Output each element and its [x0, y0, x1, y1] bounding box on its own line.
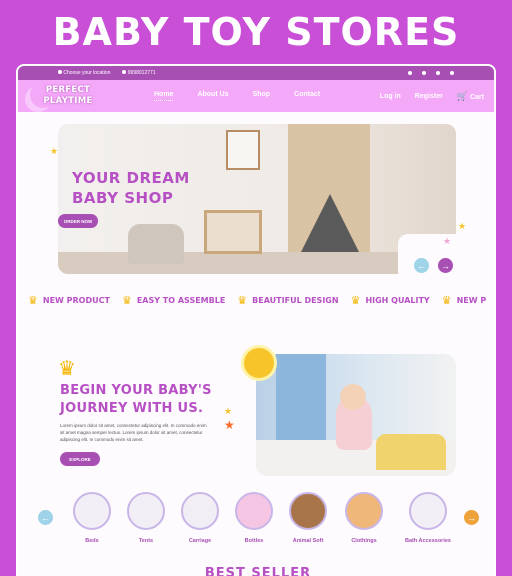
category-bottles[interactable]: Bottles — [230, 492, 278, 544]
category-prev-arrow[interactable]: ← — [38, 510, 53, 525]
category-image — [289, 492, 327, 530]
ticker-label: EASY TO ASSEMBLE — [136, 295, 226, 305]
explore-button[interactable]: EXPLORE — [60, 452, 100, 466]
register-link[interactable]: Register — [415, 93, 443, 100]
ticker-item: ♛ NEW PRODUCT — [28, 294, 110, 307]
cart-icon: 🛒 — [456, 90, 469, 101]
website-frame: Choose your location 9998012771 PERFECT … — [16, 64, 496, 576]
baby-photo — [256, 354, 456, 476]
top-info-bar: Choose your location 9998012771 — [18, 66, 494, 80]
hero-title-line2: BABY SHOP — [72, 189, 174, 207]
social-icons — [408, 71, 454, 75]
banner-title: BABY TOY STORES — [52, 10, 460, 54]
blanket — [376, 434, 446, 470]
category-label: Clothings — [351, 538, 377, 544]
category-image — [409, 492, 447, 530]
crown-icon: ♛ — [28, 293, 38, 307]
crown-icon: ♛ — [58, 358, 76, 380]
location-item[interactable]: Choose your location — [58, 70, 110, 76]
category-animal-soft[interactable]: Animal Soft — [284, 492, 332, 544]
facebook-icon[interactable] — [408, 71, 412, 75]
toy-shelf — [204, 210, 262, 254]
order-now-button[interactable]: ORDER NOW — [58, 214, 98, 228]
category-tents[interactable]: Tents — [122, 492, 170, 544]
star-icon: ★ — [443, 236, 452, 246]
category-clothings[interactable]: Clothings — [340, 492, 388, 544]
hero-floor — [58, 252, 456, 274]
hero-cutout — [398, 234, 462, 278]
nav-shop[interactable]: Shop — [253, 91, 271, 101]
armchair — [128, 224, 184, 264]
ticker-item: ♛ HIGH QUALITY — [351, 294, 430, 307]
category-label: Bottles — [244, 538, 264, 544]
journey-title: BEGIN YOUR BABY'S JOURNEY WITH US. — [60, 382, 212, 418]
category-image — [235, 492, 273, 530]
nav-actions: Log in Register 🛒 Cart — [380, 91, 484, 102]
category-bath-accessories[interactable]: Bath Accessories — [398, 492, 458, 544]
star-icon: ★ — [50, 146, 59, 156]
ticker-item: ♛ EASY TO ASSEMBLE — [122, 294, 225, 307]
crown-icon: ♛ — [441, 293, 452, 307]
nav-links: Home About Us Shop Contact — [154, 91, 320, 101]
hero-prev-arrow[interactable]: ← — [414, 258, 429, 273]
ticker-label: BEAUTIFUL DESIGN — [252, 295, 339, 305]
main-navbar: PERFECT PLAYTIME Home About Us Shop Cont… — [18, 80, 494, 112]
login-link[interactable]: Log in — [380, 93, 401, 100]
journey-title-line2: JOURNEY WITH US. — [60, 401, 204, 416]
star-icon: ★ — [458, 221, 467, 231]
hero-next-arrow[interactable]: → — [438, 258, 453, 273]
ticker-item: ♛ NEW P — [442, 294, 487, 307]
ticker-item: ♛ BEAUTIFUL DESIGN — [237, 294, 338, 307]
star-icon: ★ — [224, 406, 233, 416]
nav-about[interactable]: About Us — [197, 91, 228, 101]
location-icon — [58, 70, 62, 74]
category-carousel: ← Beds Tents Carriage Bottles Animal Sof… — [18, 486, 494, 576]
ticker-label: NEW P — [456, 295, 487, 305]
cart-label: Cart — [469, 93, 484, 101]
best-seller-title: BEST SELLER — [204, 566, 312, 576]
feature-ticker: ♛ NEW PRODUCT ♛ EASY TO ASSEMBLE ♛ BEAUTIFU… — [18, 292, 494, 308]
category-beds[interactable]: Beds — [68, 492, 116, 544]
star-icon: ★ — [224, 418, 235, 432]
category-label: Tents — [138, 538, 154, 544]
youtube-icon[interactable] — [450, 71, 454, 75]
phone-item[interactable]: 9998012771 — [122, 70, 156, 76]
page-banner: BABY TOY STORES — [0, 0, 512, 64]
category-carriage[interactable]: Carriage — [176, 492, 224, 544]
category-label: Bath Accessories — [405, 538, 451, 544]
category-next-arrow[interactable]: → — [464, 510, 479, 525]
ticker-label: HIGH QUALITY — [365, 295, 430, 305]
cart-link[interactable]: 🛒 Cart — [457, 91, 484, 102]
crown-icon: ♛ — [237, 293, 248, 307]
location-label: Choose your location — [63, 70, 111, 76]
category-image — [181, 492, 219, 530]
phone-icon — [122, 70, 127, 74]
phone-label: 9998012771 — [127, 70, 156, 76]
category-image — [73, 492, 111, 530]
curtain — [276, 354, 326, 444]
category-image — [345, 492, 383, 530]
crown-icon: ♛ — [121, 293, 132, 307]
journey-title-line1: BEGIN YOUR BABY'S — [60, 383, 212, 398]
moon-icon — [30, 82, 56, 108]
sun-icon — [244, 348, 274, 378]
baby-head — [340, 384, 366, 410]
twitter-icon[interactable] — [422, 71, 426, 75]
hero-title: YOUR DREAM BABY SHOP — [72, 168, 190, 208]
penguin-poster — [226, 130, 260, 170]
nav-home[interactable]: Home — [154, 91, 174, 101]
crown-icon: ♛ — [350, 293, 361, 307]
category-image — [127, 492, 165, 530]
journey-text: Lorem ipsum dolor sit amet, consectetur … — [60, 423, 207, 442]
category-label: Animal Soft — [292, 538, 324, 544]
hero-title-line1: YOUR DREAM — [72, 169, 190, 187]
nav-contact[interactable]: Contact — [294, 91, 320, 101]
category-label: Beds — [85, 538, 99, 544]
category-label: Carriage — [188, 538, 212, 544]
ticker-label: NEW PRODUCT — [42, 295, 110, 305]
instagram-icon[interactable] — [436, 71, 440, 75]
